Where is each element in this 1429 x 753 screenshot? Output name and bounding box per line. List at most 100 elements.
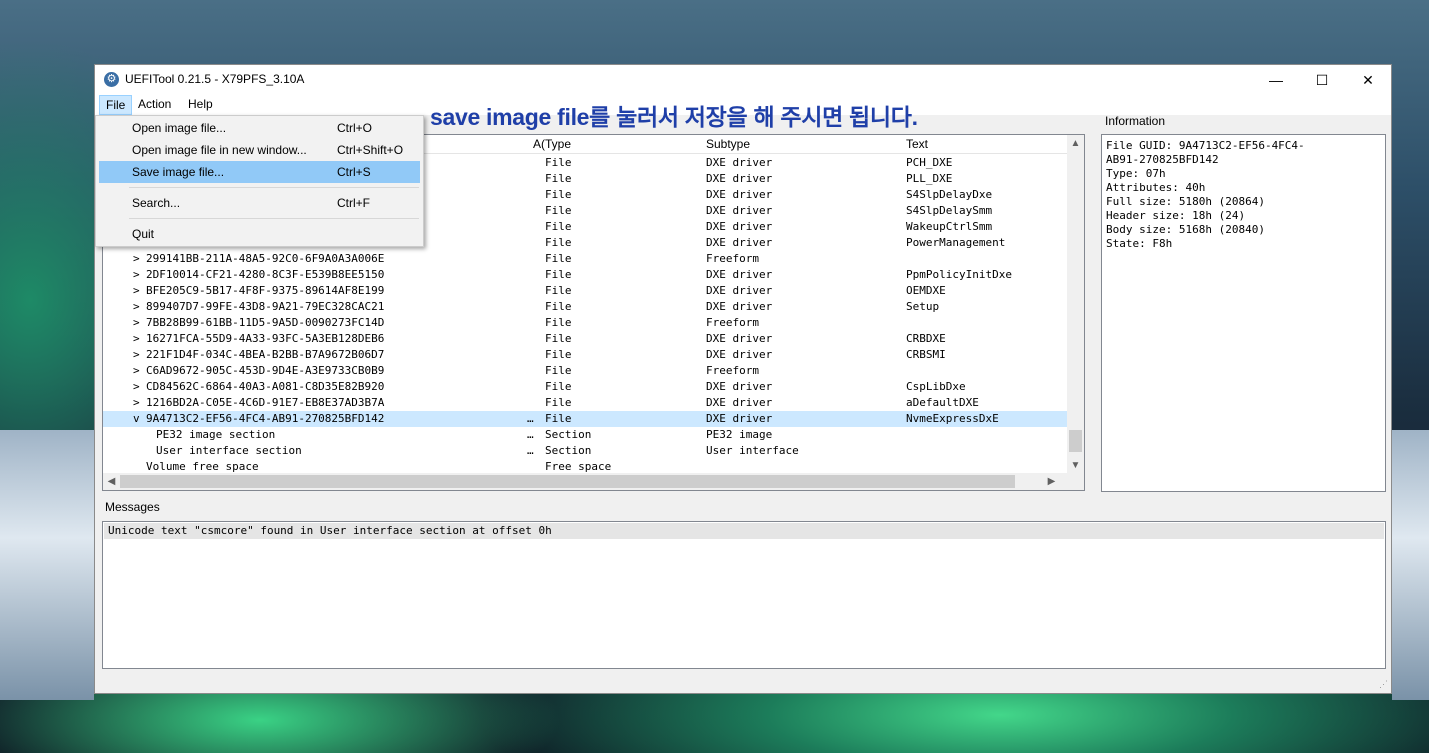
column-header-text[interactable]: Text <box>906 137 928 151</box>
info-line: Body size: 5168h (20840) <box>1106 223 1265 236</box>
message-item[interactable]: Unicode text "csmcore" found in User int… <box>104 523 1384 539</box>
expand-chevron-icon: v <box>133 412 140 425</box>
maximize-button[interactable]: ☐ <box>1299 65 1345 95</box>
menu-item-label: Open image file in new window... <box>132 143 307 157</box>
expand-chevron-icon: > <box>133 348 140 361</box>
tree-row-name: 7BB28B99-61BB-11D5-9A5D-0090273FC14D <box>146 316 385 329</box>
vertical-scroll-thumb[interactable] <box>1069 430 1082 452</box>
tree-row[interactable]: >1216BD2A-C05E-4C6D-91E7-EB8E37AD3B7A Fil… <box>103 395 1068 411</box>
tree-row[interactable]: PE32 image section … Section PE32 image <box>103 427 1068 443</box>
menu-file[interactable]: File <box>99 95 133 115</box>
tree-row-text: OEMDXE <box>906 284 946 297</box>
tree-row[interactable]: >899407D7-99FE-43D8-9A21-79EC328CAC21 Fil… <box>103 299 1068 315</box>
menu-help[interactable]: Help <box>182 95 219 115</box>
background-snow-right <box>1392 430 1429 700</box>
tree-row-type: File <box>545 188 572 201</box>
expand-chevron-icon: > <box>133 300 140 313</box>
tree-row-subtype: PE32 image <box>706 428 773 441</box>
tree-row[interactable]: User interface section … Section User inter… <box>103 443 1068 459</box>
tree-row[interactable]: >7BB28B99-61BB-11D5-9A5D-0090273FC14D Fil… <box>103 315 1068 331</box>
info-line: File GUID: 9A4713C2-EF56-4FC4- <box>1106 139 1305 152</box>
tree-row-action: … <box>527 428 534 441</box>
tree-row-type: File <box>545 220 572 233</box>
tree-row-name: C6AD9672-905C-453D-9D4E-A3E9733CB0B9 <box>146 364 385 377</box>
column-header-action[interactable]: A( <box>533 137 545 151</box>
tree-row-subtype: Freeform <box>706 316 759 329</box>
tree-row-subtype: DXE driver <box>706 220 773 233</box>
information-panel: File GUID: 9A4713C2-EF56-4FC4- AB91-2708… <box>1101 134 1386 492</box>
vertical-scrollbar[interactable]: ▲ ▼ <box>1067 135 1084 474</box>
menu-item-shortcut: Ctrl+S <box>337 165 371 179</box>
expand-chevron-icon: > <box>133 396 140 409</box>
close-button[interactable]: ✕ <box>1345 65 1391 95</box>
tree-row[interactable]: >221F1D4F-034C-4BEA-B2BB-B7A9672B06D7 Fil… <box>103 347 1068 363</box>
tree-row[interactable]: > CD84562C-6864-40A3-A081-C8D35E82B920 Fil… <box>103 379 1068 395</box>
tree-row-subtype: DXE driver <box>706 188 773 201</box>
tree-row-text: PLL_DXE <box>906 172 953 185</box>
tree-row-subtype: DXE driver <box>706 156 773 169</box>
expand-chevron-icon: > <box>133 364 140 377</box>
scroll-left-icon[interactable]: ◀ <box>103 473 120 490</box>
scroll-up-icon[interactable]: ▲ <box>1067 135 1084 152</box>
tree-row[interactable]: >2DF10014-CF21-4280-8C3F-E539B8EE5150 Fil… <box>103 267 1068 283</box>
tree-row[interactable]: v 9A4713C2-EF56-4FC4-AB91-270825BFD142 … Fi… <box>103 411 1068 427</box>
tree-row-name: 2DF10014-CF21-4280-8C3F-E539B8EE5150 <box>146 268 385 281</box>
info-line: Header size: 18h (24) <box>1106 209 1246 222</box>
tree-row[interactable]: >299141BB-211A-48A5-92C0-6F9A0A3A006E Fil… <box>103 251 1068 267</box>
tree-row-type: Section <box>545 428 592 441</box>
minimize-button[interactable]: — <box>1253 65 1299 95</box>
horizontal-scroll-thumb[interactable] <box>120 475 1015 488</box>
menu-separator <box>129 218 419 219</box>
tree-row-type: File <box>545 300 572 313</box>
tree-row[interactable]: >16271FCA-55D9-4A33-93FC-5A3EB128DEB6 Fil… <box>103 331 1068 347</box>
tree-row-name: 16271FCA-55D9-4A33-93FC-5A3EB128DEB6 <box>146 332 385 345</box>
info-line: Attributes: 40h <box>1106 181 1206 194</box>
menu-action[interactable]: Action <box>132 95 177 115</box>
tree-row-subtype: DXE driver <box>706 172 773 185</box>
expand-chevron-icon: > <box>133 252 140 265</box>
tree-row-name: 299141BB-211A-48A5-92C0-6F9A0A3A006E <box>146 252 385 265</box>
tree-row-text: S4SlpDelayDxe <box>906 188 993 201</box>
tree-row-subtype: Freeform <box>706 252 759 265</box>
tree-row-type: File <box>545 380 572 393</box>
menu-quit[interactable]: Quit <box>99 223 420 245</box>
resize-grip-icon[interactable]: ⋰ <box>1379 679 1388 690</box>
tree-row-subtype: DXE driver <box>706 284 773 297</box>
tree-row-type: File <box>545 332 572 345</box>
menu-save-image-file[interactable]: Save image file... Ctrl+S <box>99 161 420 183</box>
tree-row-text: PpmPolicyInitDxe <box>906 268 1012 281</box>
scrollbar-corner <box>1067 473 1084 490</box>
gear-icon: ⚙ <box>104 72 119 87</box>
tree-row-text: CRBSMI <box>906 348 946 361</box>
menu-item-shortcut: Ctrl+Shift+O <box>337 143 404 157</box>
menu-item-label: Search... <box>132 196 181 210</box>
horizontal-scrollbar[interactable]: ◀ ▶ <box>103 473 1068 490</box>
tree-row-subtype: DXE driver <box>706 236 773 249</box>
menu-open-image-new-window[interactable]: Open image file in new window... Ctrl+Sh… <box>99 139 420 161</box>
scroll-right-icon[interactable]: ▶ <box>1043 473 1060 490</box>
menu-open-image-file[interactable]: Open image file... Ctrl+O <box>99 117 420 139</box>
column-header-type[interactable]: Type <box>545 137 571 151</box>
tree-row-name: BFE205C9-5B17-4F8F-9375-89614AF8E199 <box>146 284 385 297</box>
tree-row-subtype: DXE driver <box>706 268 773 281</box>
tree-row-type: File <box>545 348 572 361</box>
tree-row-name: 899407D7-99FE-43D8-9A21-79EC328CAC21 <box>146 300 385 313</box>
tree-row-text: PCH_DXE <box>906 156 953 169</box>
tree-row-subtype: Freeform <box>706 364 759 377</box>
tree-row-text: NvmeExpressDxE <box>906 412 999 425</box>
scroll-down-icon[interactable]: ▼ <box>1067 457 1084 474</box>
tree-row-text: CRBDXE <box>906 332 946 345</box>
menu-search[interactable]: Search... Ctrl+F <box>99 192 420 214</box>
info-line: Full size: 5180h (20864) <box>1106 195 1265 208</box>
tree-row[interactable]: > BFE205C9-5B17-4F8F-9375-89614AF8E199 Fil… <box>103 283 1068 299</box>
tree-row-text: S4SlpDelaySmm <box>906 204 993 217</box>
tree-row[interactable]: > C6AD9672-905C-453D-9D4E-A3E9733CB0B9 Fil… <box>103 363 1068 379</box>
background-snow-left <box>0 430 94 700</box>
information-label: Information <box>1105 114 1166 128</box>
tree-row-text: PowerManagement <box>906 236 1006 249</box>
tree-row-name: 9A4713C2-EF56-4FC4-AB91-270825BFD142 <box>146 412 385 425</box>
tree-row-text: aDefaultDXE <box>906 396 979 409</box>
info-line: State: F8h <box>1106 237 1173 250</box>
column-header-subtype[interactable]: Subtype <box>706 137 750 151</box>
title-bar: ⚙ UEFITool 0.21.5 - X79PFS_3.10A — ☐ ✕ <box>95 65 1391 95</box>
